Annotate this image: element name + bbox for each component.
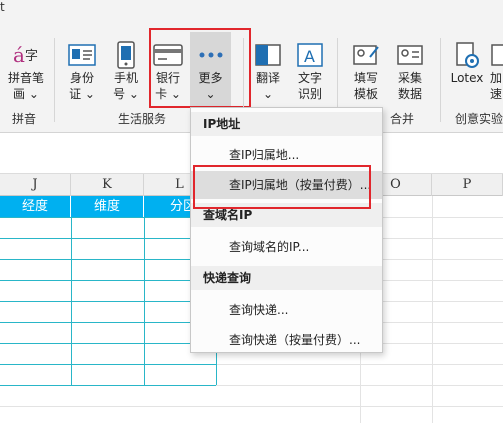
svg-text:字: 字 xyxy=(25,49,38,64)
accelerate-icon xyxy=(490,40,503,70)
text-recognition-button[interactable]: A 文字 识别 xyxy=(290,40,330,102)
menu-item-express[interactable]: 查询快递... xyxy=(191,296,382,324)
form-edit-icon xyxy=(351,40,381,70)
accelerate-button[interactable]: 加 速 xyxy=(490,40,503,102)
group-label-creative-lab: 创意实验 xyxy=(455,112,503,126)
grid-col-line xyxy=(432,196,433,423)
id-card-label: 身份 证 ⌄ xyxy=(69,71,95,101)
translate-button[interactable]: 翻译 ⌄ xyxy=(248,40,288,102)
column-header-k[interactable]: K xyxy=(71,174,144,196)
pinyin-icon: á 字 xyxy=(11,40,41,70)
group-label-merge: 合并 xyxy=(390,112,415,126)
grid-row-line xyxy=(0,301,216,302)
pinyin-stroke-label: 拼音笔 画 ⌄ xyxy=(7,71,44,101)
grid-row-line xyxy=(0,280,216,281)
highlight-box-more xyxy=(149,28,251,108)
svg-text:á: á xyxy=(13,43,25,67)
menu-item-express-paid[interactable]: 查询快递（按量付费）... xyxy=(191,326,382,354)
grid-row-line xyxy=(0,259,216,260)
translate-label: 翻译 ⌄ xyxy=(255,71,280,101)
fill-template-button[interactable]: 填写 模板 xyxy=(346,40,386,102)
svg-text:A: A xyxy=(304,47,315,66)
tab-label-fragment[interactable]: t xyxy=(0,0,5,14)
group-separator xyxy=(54,38,55,122)
grid-row-line xyxy=(0,406,503,407)
phone-icon xyxy=(111,40,141,70)
phone-number-button[interactable]: 手机 号 ⌄ xyxy=(106,40,146,102)
contact-card-icon xyxy=(395,40,425,70)
id-card-icon xyxy=(67,40,97,70)
header-cell-latitude[interactable]: 维度 xyxy=(71,196,144,217)
grid-row-line xyxy=(0,322,216,323)
group-label-pinyin: 拼音 xyxy=(12,112,37,126)
ocr-icon: A xyxy=(295,40,325,70)
collect-data-button[interactable]: 采集 数据 xyxy=(390,40,430,102)
grid-row-line xyxy=(0,385,216,386)
grid-col-line xyxy=(71,217,72,385)
menu-item-domain-ip[interactable]: 查询域名的IP... xyxy=(191,233,382,261)
id-card-button[interactable]: 身份 证 ⌄ xyxy=(62,40,102,102)
column-header-j[interactable]: J xyxy=(0,174,71,196)
highlight-box-menu-item xyxy=(193,165,371,209)
grid-row-line xyxy=(0,217,216,218)
fill-template-label: 填写 模板 xyxy=(353,71,378,101)
grid-col-line xyxy=(144,217,145,385)
phone-number-label: 手机 号 ⌄ xyxy=(113,71,139,101)
more-dropdown-menu: IP地址 查IP归属地... 查IP归属地（按量付费）... 查域名IP 查询域… xyxy=(190,107,383,353)
grid-row-line xyxy=(0,364,216,365)
lotex-button[interactable]: Lotex xyxy=(446,40,488,86)
collect-data-label: 采集 数据 xyxy=(397,71,422,101)
group-separator xyxy=(440,38,441,122)
translate-icon xyxy=(253,40,283,70)
menu-section-ip-address: IP地址 xyxy=(191,112,382,136)
lotex-label: Lotex xyxy=(450,71,484,85)
grid-row-line xyxy=(0,238,216,239)
text-recognition-label: 文字 识别 xyxy=(297,71,322,101)
column-header-p[interactable]: P xyxy=(432,174,503,196)
pinyin-stroke-button[interactable]: á 字 拼音笔 画 ⌄ xyxy=(4,40,48,102)
lotex-icon xyxy=(452,40,482,70)
header-cell-longitude[interactable]: 经度 xyxy=(0,196,71,217)
accelerate-label: 加 速 xyxy=(490,71,503,101)
menu-section-express: 快递查询 xyxy=(191,266,382,290)
group-label-life-service: 生活服务 xyxy=(118,112,167,126)
grid-row-line xyxy=(0,343,216,344)
